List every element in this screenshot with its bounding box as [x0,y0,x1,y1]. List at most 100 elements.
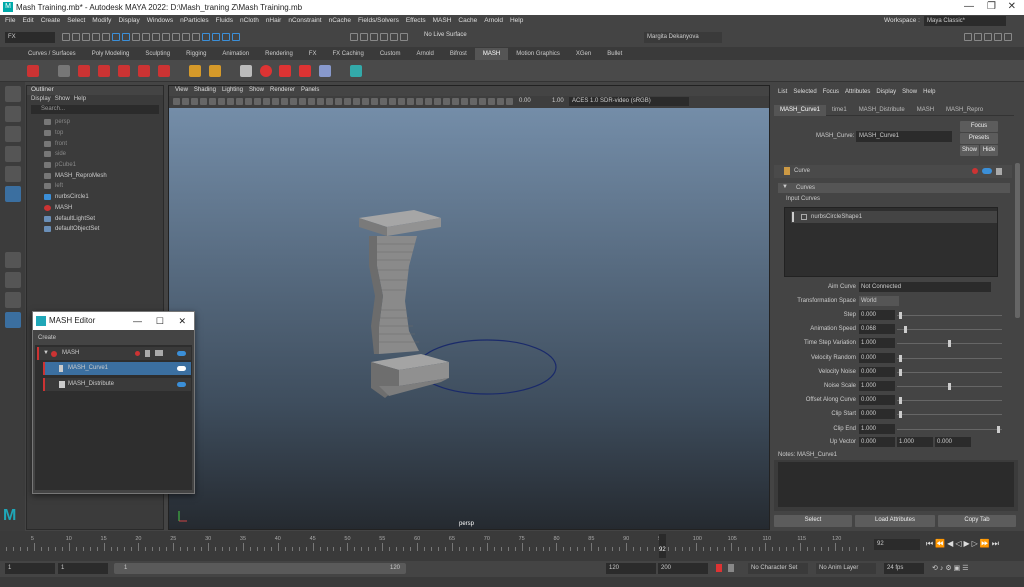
mash-editor-create-menu[interactable]: Create [33,330,194,346]
mash-curve-enable-toggle[interactable] [177,366,186,371]
user-account[interactable]: Margita Dekanyova [644,32,722,43]
mash-distribute-enable-toggle[interactable] [177,382,186,387]
shelf-tab-curves-surfaces[interactable]: Curves / Surfaces [20,48,84,60]
attr-slider[interactable] [897,411,1002,419]
mash-distribute-row[interactable]: MASH_Distribute [43,378,191,391]
attr-value-field[interactable]: 1.000 [859,381,895,391]
prefs-window-icon[interactable]: ☰ [962,565,970,572]
slider-knob[interactable] [899,368,903,376]
menu-fields-solvers[interactable]: Fields/Solvers [358,17,399,24]
random-icon[interactable] [157,65,170,77]
list-item[interactable]: MASH [27,203,163,214]
menu-ncache[interactable]: nCache [329,17,351,24]
menu-mash[interactable]: MASH [433,17,452,24]
mash-trash-icon[interactable] [145,350,150,357]
attr-tab-mash[interactable]: MASH [911,105,940,116]
list-item[interactable]: nurbsCircleShape1 [791,211,997,223]
attr-scrollbar[interactable] [1015,163,1020,318]
outliner-menu-display[interactable]: Display [31,96,51,102]
list-item[interactable]: side [27,149,163,160]
attr-value-field[interactable]: 1.000 [859,423,895,434]
delete-node-icon[interactable] [996,168,1002,175]
show-button[interactable]: Show [960,145,979,156]
attr-slider[interactable] [897,397,1002,405]
toggle-channel-box-icon[interactable] [994,33,1002,41]
attr-tab-mash-distribute[interactable]: MASH_Distribute [853,105,911,116]
open-scene-icon[interactable] [72,33,80,41]
step-back-key-icon[interactable]: ⏪ [935,539,947,548]
menu-create[interactable]: Create [41,17,61,24]
up-vector-z[interactable]: 0.000 [935,437,971,447]
character-set-select[interactable]: No Character Set [748,563,808,574]
anim-layer-select[interactable]: No Anim Layer [816,563,876,574]
transform-space-select[interactable]: World [859,296,899,306]
hide-button[interactable]: Hide [980,145,998,156]
list-item[interactable]: MASH_ReproMesh [27,170,163,181]
toggle-modeling-toolkit-icon[interactable] [964,33,972,41]
select-mask-icon[interactable] [212,33,220,41]
viewport-persp[interactable]: View Shading Lighting Show Renderer Panels 0.… [168,85,770,530]
lasso-tool-icon[interactable] [4,106,21,122]
shelf-tab-poly-modeling[interactable]: Poly Modeling [84,48,138,60]
workspace-select[interactable]: Maya Classic* [924,16,1006,26]
shelf-tab-fx-caching[interactable]: FX Caching [324,48,371,60]
paint-select-tool-icon[interactable] [4,126,21,142]
shelf-tab-mash[interactable]: MASH [474,48,509,60]
key-settings-icon[interactable] [728,564,734,572]
hypershade-icon[interactable] [380,33,388,41]
select-face-icon[interactable] [232,33,240,41]
attr-tab-mash-repro[interactable]: MASH_Repro [940,105,989,116]
snap-grid-icon[interactable] [152,33,160,41]
slider-knob[interactable] [904,326,908,334]
select-hierarchy-icon[interactable] [112,33,120,41]
menu-display[interactable]: Display [118,17,139,24]
up-vector-x[interactable]: 0.000 [859,437,895,447]
loop-icon[interactable]: ⟲ [932,565,940,572]
mash-editor-icon[interactable] [57,65,70,77]
maximize-button[interactable]: ❐ [987,1,996,12]
go-to-start-icon[interactable]: ⏮ [926,539,935,548]
close-button[interactable]: ✕ [1008,1,1016,12]
presets-button[interactable]: Presets [960,133,998,144]
slider-knob[interactable] [899,411,903,419]
select-component-icon[interactable] [132,33,140,41]
text-icon[interactable] [188,65,201,77]
mash-node-icon[interactable] [972,168,978,174]
slider-knob[interactable] [948,383,951,390]
curve-warp-icon[interactable] [239,65,252,77]
attr-value-field[interactable]: 1.000 [859,338,895,349]
outliner-menu-show[interactable]: Show [55,96,70,102]
input-curves-list[interactable]: nurbsCircleShape1 [784,207,998,277]
paint-icon[interactable] [319,65,332,77]
mash-create-icon[interactable] [27,65,39,77]
mash-editor-minimize-button[interactable]: — [133,312,142,330]
menu-nhair[interactable]: nHair [266,17,282,24]
slider-knob[interactable] [996,425,1000,433]
menu-cache[interactable]: Cache [458,17,477,24]
shelf-tab-bifrost[interactable]: Bifrost [442,48,475,60]
list-item[interactable]: nurbsCircle1 [27,192,163,203]
shelf-tab-motion-graphics[interactable]: Motion Graphics [508,48,568,60]
attr-menu-show[interactable]: Show [902,89,917,95]
dynamics-icon[interactable] [279,65,292,77]
range-bar[interactable]: 1 120 [114,563,406,574]
shelf-tab-bullet[interactable]: Bullet [599,48,630,60]
outliner-search-input[interactable]: Search... [31,105,159,114]
shelf-tab-sculpting[interactable]: Sculpting [137,48,178,60]
step-forward-key-icon[interactable]: ⏩ [980,539,992,548]
attr-value-field[interactable]: 0.000 [859,366,895,377]
attr-slider[interactable] [897,340,1002,348]
aim-curve-field[interactable]: Not Connected [859,282,991,292]
mash-repro-icon[interactable] [135,351,140,356]
current-frame-field[interactable]: 92 [874,539,920,550]
minimize-button[interactable]: — [964,1,974,12]
slider-knob[interactable] [948,340,951,348]
mash-enable-toggle[interactable] [177,351,186,356]
attr-slider[interactable] [897,312,1002,319]
snap-live-icon[interactable] [192,33,200,41]
snap-point-icon[interactable] [172,33,180,41]
attr-slider[interactable] [897,354,1002,362]
step-forward-frame-icon[interactable]: ▷ [972,539,980,548]
attr-tab-mash-curve1[interactable]: MASH_Curve1 [774,105,827,116]
menu-fluids[interactable]: Fluids [216,17,233,24]
